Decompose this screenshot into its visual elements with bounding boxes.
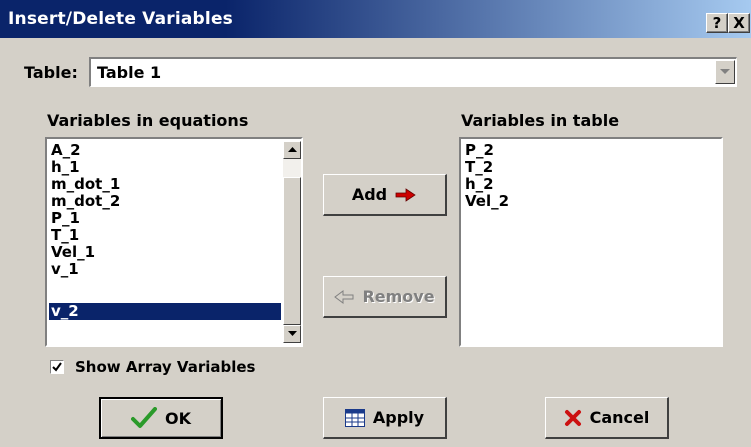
add-button[interactable]: Add <box>323 174 447 216</box>
red-x-icon <box>564 409 581 426</box>
show-array-variables-label: Show Array Variables <box>75 358 256 376</box>
list-item[interactable]: Vel_2 <box>463 193 509 210</box>
table-list-label: Variables in table <box>461 111 620 130</box>
ok-button-label: OK <box>165 408 191 428</box>
table-dropdown-value: Table 1 <box>97 63 162 82</box>
list-item[interactable]: m_dot_2 <box>49 193 120 210</box>
remove-button[interactable]: Remove <box>323 276 447 318</box>
list-item[interactable]: A_2 <box>49 142 81 159</box>
equations-variable-list[interactable]: A_2 h_1 m_dot_1 m_dot_2 P_1 T_1 Vel_1 v_… <box>45 137 303 347</box>
table-variable-list[interactable]: P_2 T_2 h_2 Vel_2 <box>459 137 723 347</box>
arrow-down-icon <box>288 331 297 336</box>
list-item[interactable]: P_2 <box>463 142 494 159</box>
add-button-label: Add <box>351 185 388 204</box>
arrow-right-icon <box>395 187 416 202</box>
insert-delete-variables-dialog: Insert/Delete Variables ? X Table: Table… <box>0 0 751 447</box>
close-button[interactable]: X <box>728 13 750 33</box>
equations-list-label: Variables in equations <box>47 111 249 130</box>
table-dropdown[interactable]: Table 1 <box>89 57 737 87</box>
table-label: Table: <box>24 63 78 82</box>
list-item[interactable]: h_2 <box>463 176 494 193</box>
arrow-up-icon <box>288 147 297 152</box>
cancel-button[interactable]: Cancel <box>545 397 669 439</box>
arrow-left-icon <box>334 289 354 304</box>
list-item[interactable]: v_1 <box>49 261 79 278</box>
show-array-variables-checkbox[interactable] <box>50 360 64 374</box>
help-button[interactable]: ? <box>706 13 728 33</box>
apply-button[interactable]: Apply <box>323 397 447 439</box>
dropdown-arrow-button[interactable] <box>715 60 735 84</box>
green-checkmark-icon <box>131 407 157 428</box>
cancel-button-label: Cancel <box>589 408 650 427</box>
list-item[interactable]: P_1 <box>49 210 80 227</box>
list-item[interactable]: T_2 <box>463 159 493 176</box>
table-grid-icon <box>344 408 365 427</box>
vertical-scrollbar[interactable] <box>283 141 301 343</box>
scroll-down-button[interactable] <box>283 325 301 343</box>
scroll-up-button[interactable] <box>283 141 301 159</box>
list-item[interactable]: h_1 <box>49 159 80 176</box>
checkmark-icon <box>52 362 62 372</box>
title-bar[interactable]: Insert/Delete Variables ? X <box>0 0 751 38</box>
window-title: Insert/Delete Variables <box>8 9 233 29</box>
chevron-down-icon <box>720 69 730 74</box>
ok-button[interactable]: OK <box>99 397 223 439</box>
list-item[interactable]: T_1 <box>49 227 79 244</box>
list-item[interactable]: m_dot_1 <box>49 176 120 193</box>
remove-button-label: Remove <box>362 287 435 306</box>
list-item-selected[interactable]: v_2 <box>49 303 281 320</box>
list-item[interactable]: Vel_1 <box>49 244 95 261</box>
scrollbar-thumb[interactable] <box>283 177 301 325</box>
apply-button-label: Apply <box>372 408 425 427</box>
